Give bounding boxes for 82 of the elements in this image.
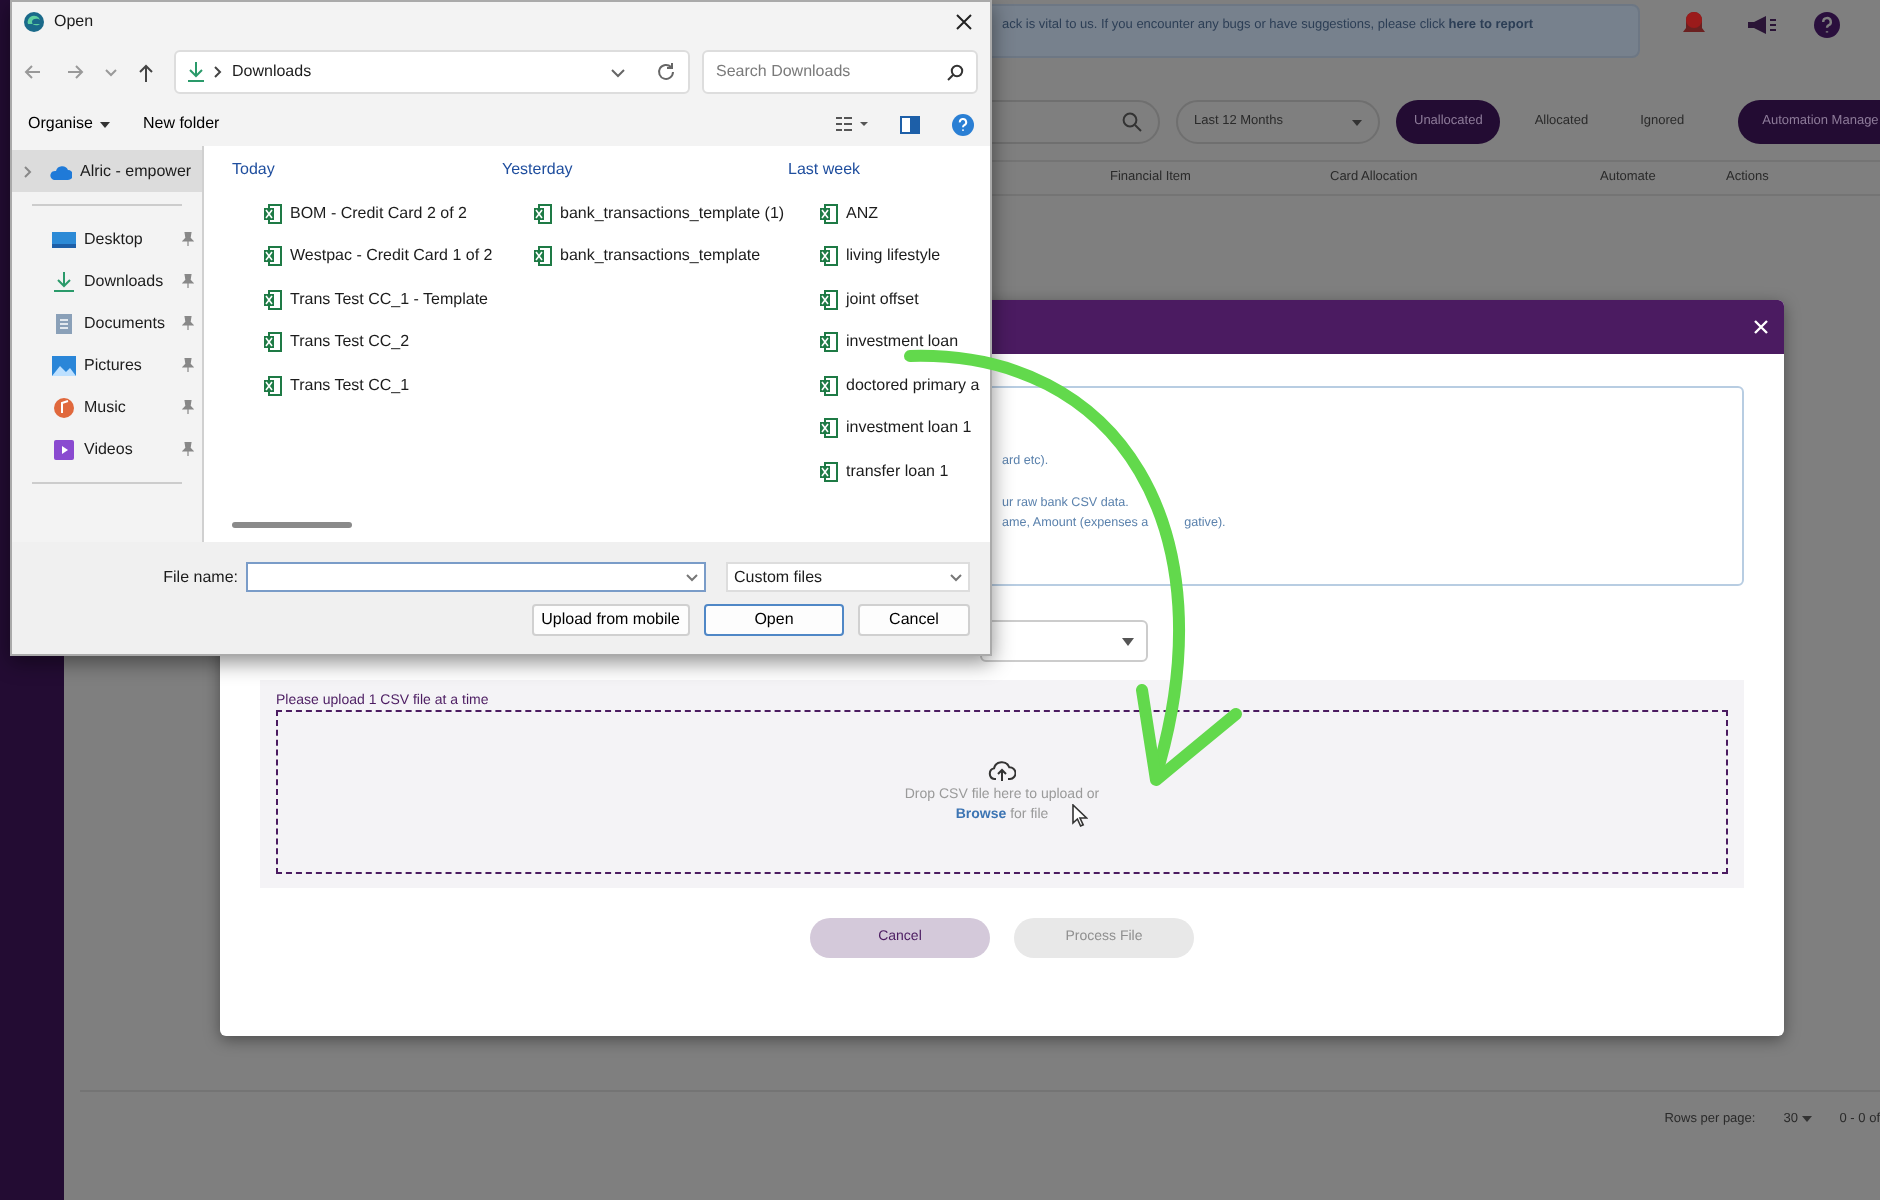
file-item[interactable]: doctored primary a	[788, 364, 988, 407]
search-field[interactable]: Search Downloads	[702, 50, 978, 94]
chevron-right-icon	[214, 66, 222, 78]
nav-item[interactable]: Pictures	[12, 344, 202, 386]
group-heading: Yesterday	[502, 158, 575, 182]
toolbar-button[interactable]: Organise	[28, 112, 111, 136]
file-item[interactable]: bank_transactions_template	[502, 235, 788, 278]
file-item[interactable]: bank_transactions_template (1)	[502, 192, 788, 235]
pictures-folder-icon	[52, 355, 76, 375]
spreadsheet-file-icon	[264, 332, 282, 353]
group-heading: Today	[232, 158, 277, 182]
documents-folder-icon	[52, 313, 76, 333]
spreadsheet-file-icon	[820, 203, 838, 224]
file-item[interactable]: transfer loan 1	[788, 450, 988, 493]
search-icon	[946, 63, 964, 81]
help-icon[interactable]	[1814, 12, 1840, 38]
spreadsheet-file-icon	[820, 375, 838, 396]
scrollbar-thumb[interactable]	[232, 522, 352, 528]
toolbar-button[interactable]: New folder	[142, 112, 220, 136]
chevron-down-icon	[950, 573, 962, 581]
spreadsheet-file-icon	[264, 375, 282, 396]
browser-app-icon	[24, 12, 44, 32]
download-icon	[188, 62, 204, 82]
nav-item[interactable]: Desktop	[12, 218, 202, 260]
spreadsheet-file-icon	[820, 289, 838, 310]
nav-item[interactable]: Videos	[12, 428, 202, 470]
group-heading: Last week	[788, 158, 863, 182]
back-icon[interactable]	[24, 64, 42, 80]
dialog-title: Open	[54, 10, 96, 34]
file-item[interactable]: Trans Test CC_1 - Template	[232, 278, 502, 321]
file-name-label: File name:	[163, 565, 238, 589]
spreadsheet-file-icon	[820, 246, 838, 267]
spreadsheet-file-icon	[534, 203, 552, 224]
file-item[interactable]: joint offset	[788, 278, 988, 321]
chevron-down-icon	[610, 67, 626, 77]
file-name-field[interactable]	[246, 562, 706, 592]
caret-icon	[1801, 1115, 1812, 1122]
videos-folder-icon	[52, 439, 76, 459]
refresh-icon	[656, 62, 676, 82]
dialog-button[interactable]: Open	[704, 604, 844, 636]
search-icon	[1122, 112, 1142, 132]
preview-pane-icon[interactable]	[900, 115, 920, 133]
file-item[interactable]: Trans Test CC_2	[232, 321, 502, 364]
nav-item[interactable]: Documents	[12, 302, 202, 344]
help-icon[interactable]	[952, 113, 974, 135]
spreadsheet-file-icon	[264, 289, 282, 310]
dialog-button[interactable]: Upload from mobile	[531, 604, 690, 636]
forward-icon[interactable]	[66, 64, 84, 80]
file-item[interactable]: Westpac - Credit Card 1 of 2	[232, 235, 502, 278]
caret-icon	[1352, 119, 1362, 125]
file-type-select[interactable]: Custom files	[726, 562, 970, 592]
close-icon[interactable]	[956, 14, 972, 30]
file-item[interactable]: living lifestyle	[788, 235, 988, 278]
downloads-folder-icon	[52, 271, 76, 291]
cloud-folder-icon	[48, 161, 72, 181]
cloud-upload-icon	[988, 759, 1016, 781]
up-arrow-icon[interactable]	[138, 63, 154, 81]
megaphone-icon[interactable]	[1746, 14, 1778, 36]
nav-item[interactable]: Alric - empower	[12, 150, 202, 192]
chevron-down-icon	[686, 573, 698, 581]
nav-item[interactable]: Music	[12, 386, 202, 428]
spreadsheet-file-icon	[820, 461, 838, 482]
file-item[interactable]: BOM - Credit Card 2 of 2	[232, 192, 502, 235]
address-bar[interactable]: Downloads	[174, 50, 690, 94]
spreadsheet-file-icon	[820, 332, 838, 353]
spreadsheet-file-icon	[264, 203, 282, 224]
view-options-icon[interactable]	[836, 116, 868, 132]
mouse-pointer-icon	[1072, 804, 1088, 828]
spreadsheet-file-icon	[820, 418, 838, 439]
caret-icon	[1122, 637, 1134, 645]
chevron-down-icon[interactable]	[104, 67, 118, 77]
file-item[interactable]: ANZ	[788, 192, 988, 235]
spreadsheet-file-icon	[534, 246, 552, 267]
file-item[interactable]: investment loan	[788, 321, 988, 364]
file-item[interactable]: Trans Test CC_1	[232, 364, 502, 407]
chevron-right-icon	[24, 165, 32, 177]
desktop-folder-icon	[52, 229, 76, 249]
spreadsheet-file-icon	[264, 246, 282, 267]
nav-item[interactable]: Downloads	[12, 260, 202, 302]
music-folder-icon	[52, 397, 76, 417]
dialog-button[interactable]: Cancel	[858, 604, 970, 636]
file-item[interactable]: investment loan 1	[788, 407, 988, 450]
